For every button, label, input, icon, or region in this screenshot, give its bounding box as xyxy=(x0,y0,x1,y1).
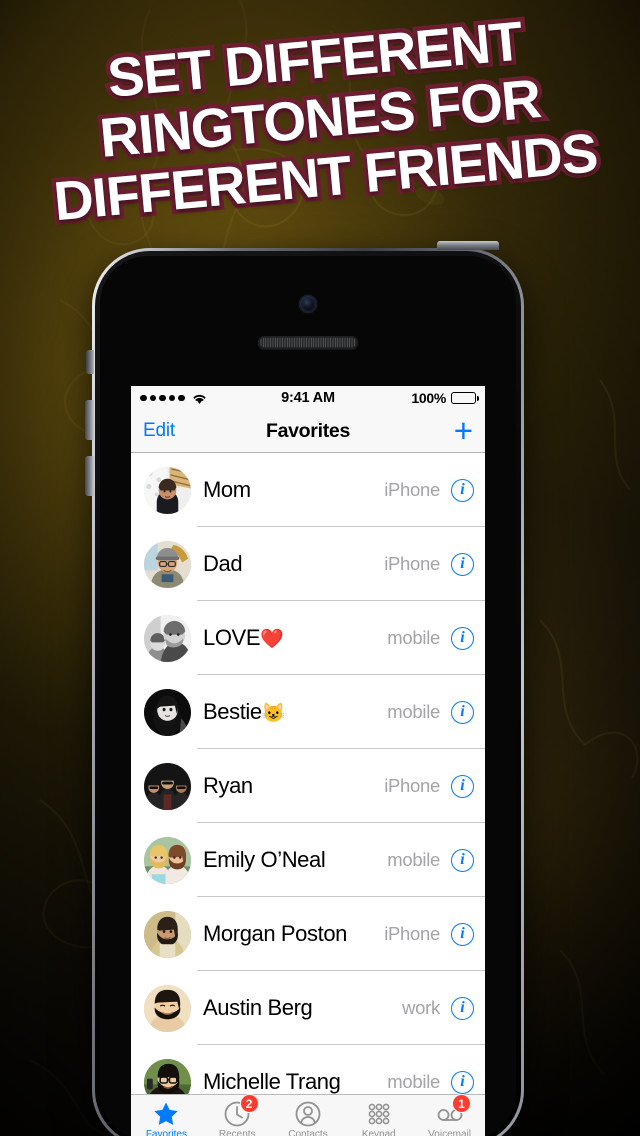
contact-phone-label: mobile xyxy=(387,701,440,722)
contact-name: Michelle Trang xyxy=(203,1069,341,1094)
contact-name: Dad xyxy=(203,551,243,576)
battery-icon xyxy=(451,392,480,404)
contact-phone-label: mobile xyxy=(387,849,440,870)
volume-up-button[interactable] xyxy=(85,400,94,440)
avatar-morgan xyxy=(144,910,191,958)
contact-row[interactable]: Bestie😺 mobile i xyxy=(131,675,485,749)
contact-name: Mom xyxy=(203,477,251,502)
tab-label: Recents xyxy=(218,1129,256,1136)
contact-phone-label: iPhone xyxy=(384,775,440,796)
keypad-icon xyxy=(365,1100,393,1128)
tab-badge: 1 xyxy=(451,1094,471,1113)
contact-name: Ryan xyxy=(203,773,253,798)
phone-screen: 9:41 AM 100% Edit Favorites + Mom iPhone i… xyxy=(131,386,485,1136)
contact-name-emoji: ❤️ xyxy=(260,629,284,650)
contact-info-button[interactable]: i xyxy=(451,478,474,502)
contact-row[interactable]: Emily O’Neal mobile i xyxy=(131,823,485,897)
avatar-austin xyxy=(144,984,191,1032)
avatar-ryan xyxy=(144,762,191,810)
contact-name-emoji: 😺 xyxy=(261,703,286,724)
contact-row[interactable]: Mom iPhone i xyxy=(131,453,485,527)
tab-label: Keypad xyxy=(361,1129,396,1136)
contact-row[interactable]: Austin Berg work i xyxy=(131,971,485,1045)
contact-info-button[interactable]: i xyxy=(451,700,474,724)
contact-info-button[interactable]: i xyxy=(451,552,474,576)
contact-name: Morgan Poston xyxy=(203,921,347,946)
contact-phone-label: mobile xyxy=(387,1071,440,1092)
contact-phone-label: work xyxy=(402,997,440,1018)
favorites-list: Mom iPhone i Dad iPhone i LOVE❤️ mobile i Bestie😺… xyxy=(131,453,485,1119)
star-icon xyxy=(152,1100,180,1128)
power-button[interactable] xyxy=(437,241,499,250)
contact-row[interactable]: LOVE❤️ mobile i xyxy=(131,601,485,675)
add-favorite-button[interactable]: + xyxy=(454,414,473,447)
tab-bar: Favorites Recents 2 Contacts Keypad Voicemail… xyxy=(131,1094,485,1136)
front-camera-icon xyxy=(300,296,316,312)
contact-phone-label: iPhone xyxy=(384,479,440,500)
mute-switch[interactable] xyxy=(86,350,94,374)
volume-down-button[interactable] xyxy=(85,456,94,496)
contact-info-button[interactable]: i xyxy=(451,996,474,1020)
tab-contacts[interactable]: Contacts xyxy=(273,1095,344,1136)
contact-info-button[interactable]: i xyxy=(451,922,474,946)
status-clock: 9:41 AM xyxy=(281,390,335,406)
avatar-dad xyxy=(144,540,191,588)
contact-icon xyxy=(294,1100,322,1128)
iphone-device-mockup: 9:41 AM 100% Edit Favorites + Mom iPhone i… xyxy=(85,241,524,1136)
contact-phone-label: iPhone xyxy=(384,553,440,574)
tab-voicemail[interactable]: Voicemail 1 xyxy=(414,1094,485,1136)
contact-name: Bestie😺 xyxy=(203,699,286,724)
status-bar: 9:41 AM 100% xyxy=(131,386,485,410)
tab-label: Favorites xyxy=(145,1129,187,1136)
tab-label: Contacts xyxy=(288,1129,328,1136)
contact-info-button[interactable]: i xyxy=(451,774,474,798)
tab-label: Voicemail xyxy=(428,1129,471,1136)
avatar-love xyxy=(144,614,191,662)
avatar-bestie xyxy=(144,688,191,736)
avatar-mom xyxy=(144,466,191,514)
contact-name: Austin Berg xyxy=(203,995,313,1020)
contact-phone-label: mobile xyxy=(387,627,440,648)
tab-recents[interactable]: Recents 2 xyxy=(202,1094,273,1136)
contact-row[interactable]: Morgan Poston iPhone i xyxy=(131,897,485,971)
contact-phone-label: iPhone xyxy=(384,923,440,944)
tab-favorites[interactable]: Favorites xyxy=(131,1095,202,1136)
avatar-emily xyxy=(144,836,191,884)
contact-info-button[interactable]: i xyxy=(451,848,474,872)
tab-keypad[interactable]: Keypad xyxy=(343,1095,414,1136)
earpiece-speaker xyxy=(258,336,358,349)
contact-row[interactable]: Dad iPhone i xyxy=(131,527,485,601)
contact-row[interactable]: Ryan iPhone i xyxy=(131,749,485,823)
contact-info-button[interactable]: i xyxy=(451,1070,474,1094)
page-title: Favorites xyxy=(265,419,350,442)
contact-name: LOVE❤️ xyxy=(203,625,284,650)
contact-info-button[interactable]: i xyxy=(451,626,474,650)
contact-name: Emily O’Neal xyxy=(203,847,326,872)
navigation-bar: Edit Favorites + xyxy=(131,410,485,453)
tab-badge: 2 xyxy=(239,1094,259,1113)
